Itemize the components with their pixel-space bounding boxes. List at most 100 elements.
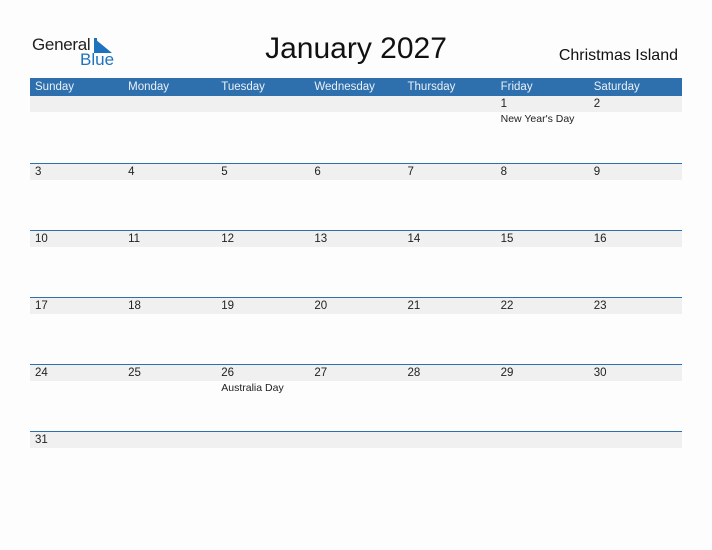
day-cell [403, 432, 496, 448]
day-number: 10 [35, 233, 48, 245]
day-number: 4 [128, 166, 135, 178]
day-cell: 23 [589, 298, 682, 314]
weekday-thursday: Thursday [407, 81, 456, 93]
day-cell [30, 96, 123, 125]
holiday-label: Australia Day [221, 382, 284, 394]
day-number [128, 432, 216, 448]
day-cell: 31 [30, 432, 123, 448]
day-cell: 9 [589, 164, 682, 180]
week-row: 31 [30, 431, 682, 498]
day-cell [309, 96, 402, 125]
day-cell: 8 [496, 164, 589, 180]
day-cell [589, 432, 682, 448]
days-row: 1 New Year's Day 2 [30, 96, 682, 125]
week-row: 24 25 26 Australia Day 27 28 29 30 [30, 364, 682, 431]
day-number: 18 [128, 300, 141, 312]
weekday-wednesday: Wednesday [314, 81, 375, 93]
day-cell: 10 [30, 231, 123, 247]
day-cell: 18 [123, 298, 216, 314]
week-row: 1 New Year's Day 2 [30, 96, 682, 163]
days-row: 24 25 26 Australia Day 27 28 29 30 [30, 365, 682, 394]
day-cell [216, 432, 309, 448]
weekday-sunday: Sunday [35, 81, 75, 93]
day-number: 19 [221, 300, 235, 312]
day-number: 26 [221, 367, 235, 379]
day-number: 17 [35, 300, 48, 312]
day-number: 3 [35, 166, 42, 178]
day-cell [403, 96, 496, 125]
day-cell: 19 [216, 298, 309, 314]
day-cell: 4 [123, 164, 216, 180]
day-cell [309, 432, 402, 448]
day-number [501, 432, 589, 448]
week-row: 10 11 12 13 14 15 16 [30, 230, 682, 297]
day-number: 22 [500, 300, 514, 312]
day-number [314, 432, 402, 448]
day-cell: 16 [589, 231, 682, 247]
day-cell: 6 [309, 164, 402, 180]
day-number: 29 [500, 367, 514, 379]
day-number: 6 [314, 166, 321, 178]
week-row: 3 4 5 6 7 8 9 [30, 163, 682, 230]
day-number [594, 432, 682, 448]
day-cell: 21 [403, 298, 496, 314]
day-cell [216, 96, 309, 125]
calendar-grid: Sunday Monday Tuesday Wednesday Thursday… [30, 78, 682, 498]
day-number [221, 96, 309, 112]
day-cell: 2 [589, 96, 682, 125]
day-number: 12 [221, 233, 235, 245]
day-number [35, 96, 123, 112]
day-number [408, 432, 496, 448]
days-row: 31 [30, 432, 682, 448]
day-number: 27 [314, 367, 328, 379]
day-cell: 29 [496, 365, 589, 394]
day-number [314, 96, 402, 112]
day-cell: 17 [30, 298, 123, 314]
day-cell: 14 [403, 231, 496, 247]
day-number: 28 [407, 367, 421, 379]
day-number: 24 [35, 367, 48, 379]
day-number: 21 [407, 300, 421, 312]
day-cell: 22 [496, 298, 589, 314]
day-cell: 27 [309, 365, 402, 394]
day-number: 25 [128, 367, 141, 379]
weekday-monday: Monday [128, 81, 170, 93]
day-cell [496, 432, 589, 448]
day-cell: 30 [589, 365, 682, 394]
day-number [221, 432, 309, 448]
day-cell: 20 [309, 298, 402, 314]
day-number: 31 [35, 434, 48, 446]
week-row: 17 18 19 20 21 22 23 [30, 297, 682, 364]
weeks-container: 1 New Year's Day 2 3 4 5 6 7 8 9 10 11 12 13 14 15 16 17 1… [30, 96, 682, 498]
days-row: 3 4 5 6 7 8 9 [30, 164, 682, 180]
day-cell: 13 [309, 231, 402, 247]
days-row: 17 18 19 20 21 22 23 [30, 298, 682, 314]
day-cell: 15 [496, 231, 589, 247]
day-number: 8 [500, 166, 508, 178]
day-cell: 11 [123, 231, 216, 247]
weekday-header: Sunday Monday Tuesday Wednesday Thursday… [30, 78, 682, 96]
day-cell: 7 [403, 164, 496, 180]
weekday-friday: Friday [500, 81, 533, 93]
day-cell: 12 [216, 231, 309, 247]
holiday-label: New Year's Day [500, 113, 575, 125]
day-number: 23 [593, 300, 607, 312]
day-number: 14 [407, 233, 421, 245]
day-number: 20 [314, 300, 328, 312]
day-cell: 24 [30, 365, 123, 394]
weekday-tuesday: Tuesday [221, 81, 265, 93]
country-label: Christmas Island [558, 47, 678, 64]
day-cell: 28 [403, 365, 496, 394]
day-cell [123, 432, 216, 448]
day-number: 9 [593, 166, 601, 178]
day-number [128, 96, 216, 112]
day-number: 7 [407, 166, 414, 178]
day-number: 5 [221, 166, 228, 178]
days-row: 10 11 12 13 14 15 16 [30, 231, 682, 247]
day-number: 11 [128, 233, 141, 245]
day-number: 2 [593, 98, 601, 110]
day-number: 30 [593, 367, 607, 379]
weekday-saturday: Saturday [593, 81, 640, 93]
day-cell: 25 [123, 365, 216, 394]
day-cell: 5 [216, 164, 309, 180]
